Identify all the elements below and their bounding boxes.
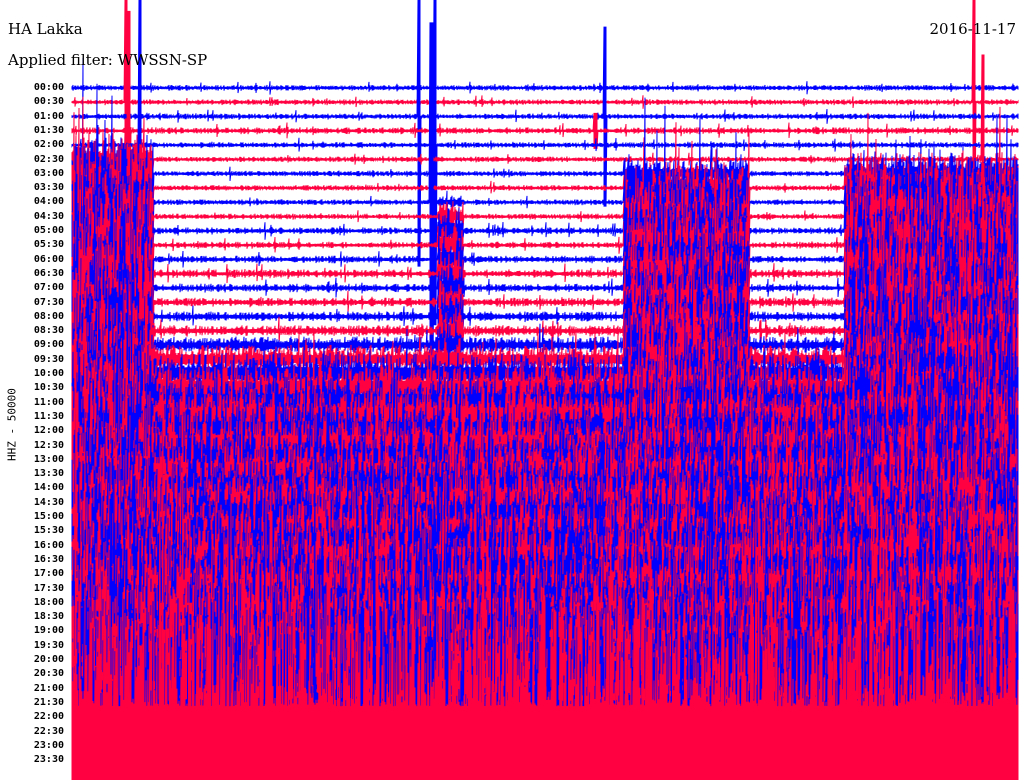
y-axis-label: HHZ - 50000 (5, 388, 19, 461)
row-time-label: 05:30 (33, 239, 64, 251)
row-time-label: 03:30 (33, 182, 64, 194)
row-time-label: 05:00 (33, 225, 64, 236)
row-time-label: 10:00 (33, 368, 64, 379)
row-time-label: 19:00 (33, 625, 64, 637)
row-time-label: 19:30 (33, 639, 64, 651)
row-time-label: 22:00 (33, 711, 64, 723)
row-time-label: 18:30 (33, 611, 64, 623)
row-time-label: 23:00 (33, 739, 64, 751)
row-time-label: 02:30 (33, 153, 64, 165)
row-time-label: 21:30 (33, 696, 64, 708)
row-time-label: 22:30 (33, 725, 64, 737)
row-time-label: 17:00 (33, 568, 64, 580)
row-time-label: 15:30 (33, 525, 64, 537)
row-time-label: 02:00 (33, 139, 64, 151)
row-time-label: 03:00 (33, 167, 64, 179)
row-time-label: 20:30 (33, 668, 64, 680)
row-time-label: 10:30 (33, 382, 64, 394)
row-time-label: 06:30 (33, 267, 64, 279)
row-time-label: 13:00 (33, 453, 64, 465)
row-time-label: 13:30 (33, 468, 64, 480)
filter-label: Applied filter: WWSSN-SP (8, 51, 208, 69)
row-time-label: 00:30 (33, 96, 64, 108)
row-time-label: 16:00 (33, 539, 64, 551)
row-time-label: 09:00 (33, 339, 64, 351)
helicorder-plot (71, 0, 1019, 780)
row-time-label: 11:30 (33, 410, 64, 422)
row-time-label: 21:00 (33, 682, 64, 694)
row-time-label: 16:30 (33, 553, 64, 565)
row-time-label: 17:30 (33, 582, 64, 594)
row-time-label: 04:30 (33, 210, 64, 222)
row-time-label: 00:00 (33, 82, 64, 93)
row-time-label: 20:00 (33, 654, 64, 665)
row-time-label: 06:00 (33, 253, 64, 265)
row-time-label: 09:30 (33, 353, 64, 365)
row-time-label: 07:00 (33, 282, 64, 294)
row-time-label: 12:00 (33, 425, 64, 437)
row-time-label: 07:30 (33, 296, 64, 308)
row-time-label: 11:00 (33, 396, 64, 408)
row-time-label: 14:30 (33, 496, 64, 508)
row-time-label: 12:30 (33, 439, 64, 451)
row-time-label: 15:00 (33, 511, 64, 522)
date-label: 2016-11-17 (929, 20, 1016, 38)
station-title: HA Lakka (8, 20, 83, 38)
row-time-label: 01:30 (33, 124, 64, 136)
trace-row-0000 (71, 81, 1019, 95)
row-time-label: 04:00 (33, 196, 64, 208)
row-time-label: 18:00 (33, 596, 64, 608)
row-time-label: 01:00 (33, 110, 64, 122)
row-time-label: 23:30 (33, 754, 64, 766)
row-time-label: 14:00 (33, 482, 64, 494)
row-time-label: 08:00 (33, 310, 64, 322)
row-time-label: 08:30 (33, 325, 64, 337)
